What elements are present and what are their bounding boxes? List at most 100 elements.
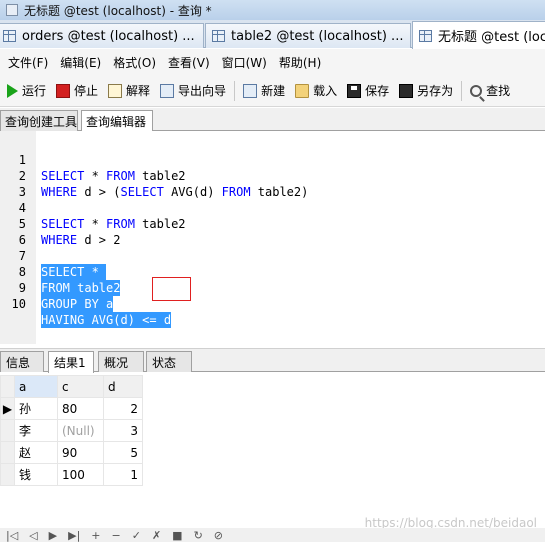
table-row[interactable]: 赵 90 5 xyxy=(0,441,143,464)
explain-label: 解释 xyxy=(126,84,151,98)
tab-query-editor[interactable]: 查询编辑器 xyxy=(81,110,153,132)
selected-code-text: HAVING AVG(d) <= d xyxy=(41,312,172,328)
code-line: 2 WHERE d > (SELECT AVG(d) FROM table2) xyxy=(0,152,545,199)
code-line: 1 SELECT * FROM table2 xyxy=(0,136,545,183)
play-icon xyxy=(7,83,18,98)
cell[interactable]: 5 xyxy=(103,441,143,464)
current-row-marker-icon: ▶ xyxy=(0,397,15,420)
explain-icon xyxy=(108,83,123,98)
cell[interactable]: 90 xyxy=(57,441,104,464)
toolbar-divider xyxy=(461,80,463,101)
tab-info[interactable]: 信息 xyxy=(0,351,44,372)
cell[interactable]: 3 xyxy=(103,419,143,442)
run-button[interactable]: 运行 xyxy=(2,78,51,104)
save-label: 保存 xyxy=(365,84,390,98)
menu-edit[interactable]: 编辑(E) xyxy=(54,54,107,71)
tab-label: table2 @test (localhost) ... xyxy=(231,28,404,44)
folder-icon xyxy=(295,83,310,98)
tab-orders[interactable]: orders @test (localhost) ... xyxy=(0,23,204,48)
export-wizard-button[interactable]: 导出向导 xyxy=(155,78,231,104)
delete-icon[interactable]: − xyxy=(112,529,121,542)
save-icon xyxy=(347,83,362,98)
tab-untitled-query[interactable]: 无标题 @test (loca xyxy=(412,21,545,49)
cell-null[interactable]: (Null) xyxy=(57,419,104,442)
app-icon xyxy=(6,4,18,16)
cell[interactable]: 孙 xyxy=(14,397,58,420)
selected-code-text: GROUP BY a xyxy=(41,296,114,312)
toolbar: 运行 停止 解释 导出向导 新建 载入 保存 另存为 查找 xyxy=(0,75,545,107)
row-marker xyxy=(0,419,15,442)
sql-editor[interactable]: 1 SELECT * FROM table2 2 WHERE d > (SELE… xyxy=(0,131,545,344)
header-row: a c d xyxy=(0,375,143,398)
new-label: 新建 xyxy=(261,84,286,98)
discard-icon[interactable]: ✗ xyxy=(152,529,161,542)
result-tabs: 信息 结果1 概况 状态 xyxy=(0,348,545,373)
load-button[interactable]: 载入 xyxy=(290,78,342,104)
highlight-annotation-box xyxy=(152,277,191,301)
table-row[interactable]: 李 (Null) 3 xyxy=(0,419,143,442)
table-row[interactable]: 钱 100 1 xyxy=(0,463,143,486)
next-icon[interactable]: ▶ xyxy=(49,529,57,542)
menu-file[interactable]: 文件(F) xyxy=(2,54,54,71)
column-header[interactable]: d xyxy=(103,375,143,398)
menu-view[interactable]: 查看(V) xyxy=(162,54,216,71)
tab-query-builder[interactable]: 查询创建工具 xyxy=(0,110,78,131)
record-navigation-bar: |◁ ◁ ▶ ▶| + − ✓ ✗ ■ ↻ ⊘ xyxy=(0,528,545,542)
query-icon xyxy=(419,29,432,42)
tab-result1[interactable]: 结果1 xyxy=(48,351,94,373)
explain-button[interactable]: 解释 xyxy=(103,78,155,104)
title-bar: 无标题 @test (localhost) - 查询 * xyxy=(0,0,545,20)
cell[interactable]: 赵 xyxy=(14,441,58,464)
document-tabbar: orders @test (localhost) ... table2 @tes… xyxy=(0,20,545,49)
tab-status[interactable]: 状态 xyxy=(146,351,192,372)
row-marker xyxy=(0,441,15,464)
menu-window[interactable]: 窗口(W) xyxy=(216,54,273,71)
prev-icon[interactable]: ◁ xyxy=(29,529,37,542)
export-label: 导出向导 xyxy=(178,84,227,98)
save-button[interactable]: 保存 xyxy=(342,78,394,104)
table-row[interactable]: ▶ 孙 80 2 xyxy=(0,397,143,420)
last-icon[interactable]: ▶| xyxy=(68,529,80,542)
load-label: 载入 xyxy=(313,84,338,98)
apply-icon[interactable]: ✓ xyxy=(132,529,141,542)
cell[interactable]: 李 xyxy=(14,419,58,442)
tab-label: orders @test (localhost) ... xyxy=(22,28,195,44)
save-as-icon xyxy=(399,83,414,98)
code-line: 3 xyxy=(0,168,545,199)
tab-table2[interactable]: table2 @test (localhost) ... ✕ xyxy=(205,23,411,48)
cell[interactable]: 80 xyxy=(57,397,104,420)
cell[interactable]: 1 xyxy=(103,463,143,486)
cell[interactable]: 100 xyxy=(57,463,104,486)
code-line: 6 xyxy=(0,216,545,247)
save-as-button[interactable]: 另存为 xyxy=(394,78,458,104)
code-line: 8 FROM table2 xyxy=(0,248,545,296)
tab-profile[interactable]: 概况 xyxy=(98,351,144,372)
results-table: a c d ▶ 孙 80 2 李 (Null) 3 赵 90 5 钱 100 1 xyxy=(0,375,143,486)
tab-label: 无标题 @test (loca xyxy=(438,30,545,45)
table-icon xyxy=(212,30,225,42)
results-grid: a c d ▶ 孙 80 2 李 (Null) 3 赵 90 5 钱 100 1 xyxy=(0,373,545,531)
menu-help[interactable]: 帮助(H) xyxy=(273,54,327,71)
cell[interactable]: 2 xyxy=(103,397,143,420)
stop-icon[interactable]: ■ xyxy=(172,529,182,542)
new-button[interactable]: 新建 xyxy=(238,78,290,104)
export-icon xyxy=(160,83,175,98)
stop-load-icon[interactable]: ⊘ xyxy=(214,529,223,542)
menu-bar: 文件(F) 编辑(E) 格式(O) 查看(V) 窗口(W) 帮助(H) xyxy=(0,49,545,75)
query-subtabs: 查询创建工具 查询编辑器 xyxy=(0,108,545,132)
refresh-icon[interactable]: ↻ xyxy=(194,529,203,542)
run-label: 运行 xyxy=(22,84,47,98)
column-header[interactable]: a xyxy=(14,375,58,398)
add-icon[interactable]: + xyxy=(91,529,100,542)
toolbar-divider xyxy=(234,80,236,101)
first-icon[interactable]: |◁ xyxy=(6,529,18,542)
column-header[interactable]: c xyxy=(57,375,104,398)
stop-icon xyxy=(56,83,71,98)
find-button[interactable]: 查找 xyxy=(465,78,515,104)
stop-button[interactable]: 停止 xyxy=(51,78,103,104)
menu-format[interactable]: 格式(O) xyxy=(107,54,162,71)
cell[interactable]: 钱 xyxy=(14,463,58,486)
row-header-corner xyxy=(0,375,15,398)
code-line: 4 SELECT * FROM table2 xyxy=(0,184,545,231)
find-label: 查找 xyxy=(486,84,511,98)
